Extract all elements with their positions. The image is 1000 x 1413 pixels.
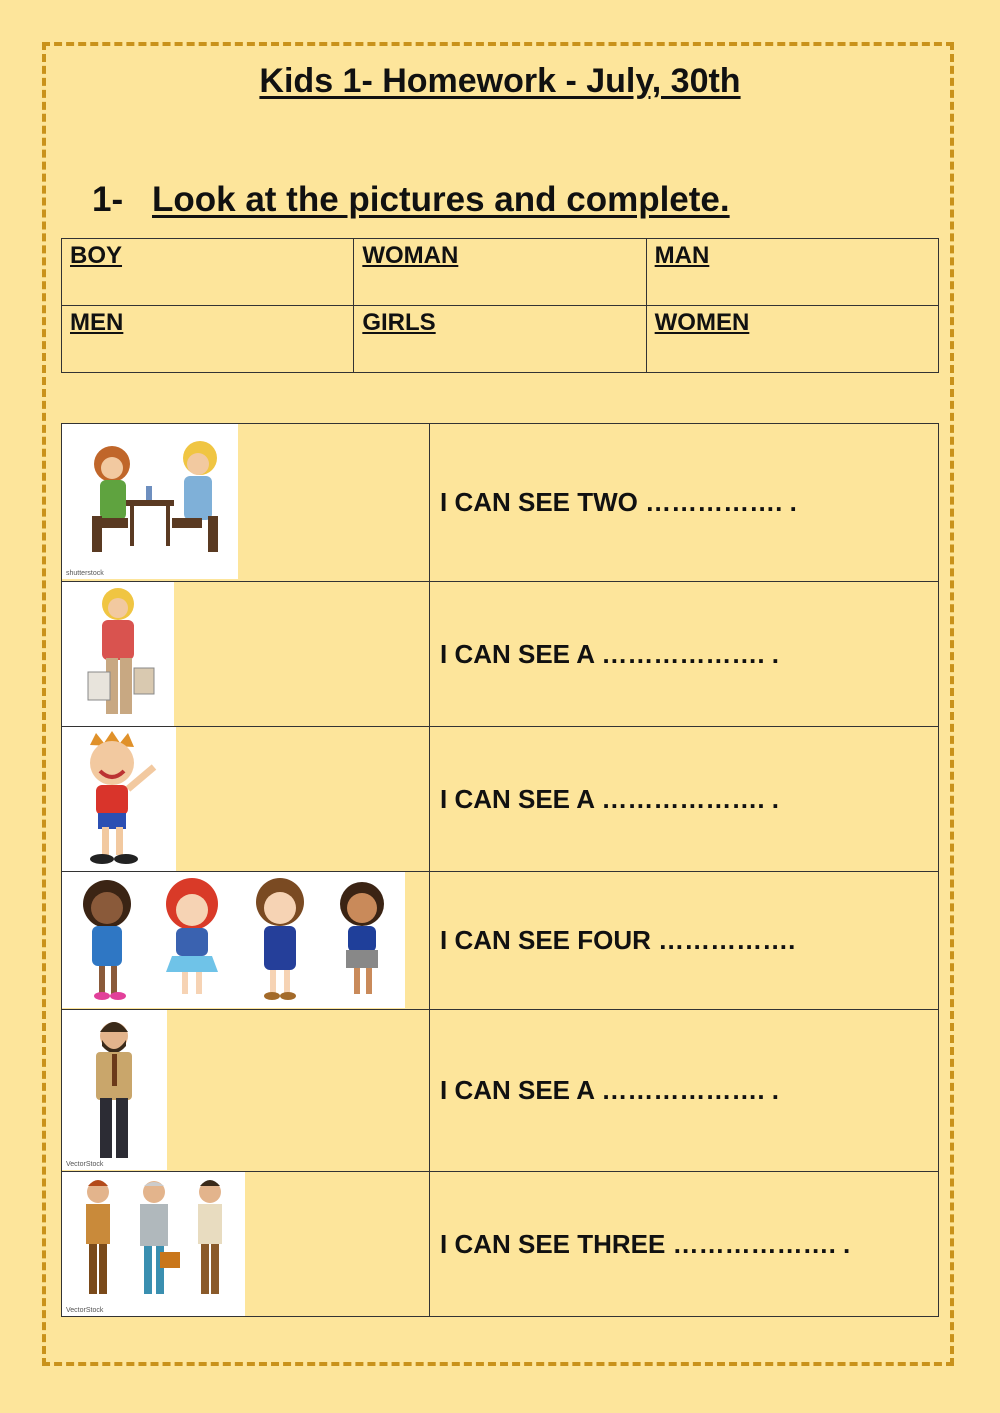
page-title: Kids 1- Homework - July, 30th bbox=[259, 62, 741, 100]
picture-cell: VectorStock bbox=[61, 1009, 430, 1172]
sentence: I CAN SEE A ………………. . bbox=[429, 1009, 939, 1172]
watermark: VectorStock bbox=[66, 1307, 104, 1314]
sentence: I CAN SEE THREE ………………. . bbox=[429, 1171, 939, 1317]
exercise-row: VectorStock I CAN SEE A ………………. . bbox=[61, 1009, 939, 1172]
picture-cell: shutterstock bbox=[61, 423, 430, 582]
question-instruction: Look at the pictures and complete. bbox=[152, 180, 730, 219]
man-in-tie-picture: VectorStock bbox=[62, 1010, 167, 1170]
exercise-row: I CAN SEE A ………………. . bbox=[61, 726, 939, 872]
word-bank-row: BOY WOMAN MAN bbox=[60, 238, 940, 306]
woman-with-bags-picture bbox=[62, 582, 174, 726]
question-heading: 1- Look at the pictures and complete. bbox=[92, 180, 730, 220]
exercise-table: shutterstock I CAN SEE TWO ……………. . I CA… bbox=[61, 423, 939, 1317]
word-bank-cell: BOY bbox=[60, 238, 355, 306]
picture-cell bbox=[61, 871, 430, 1010]
exercise-row: I CAN SEE A ………………. . bbox=[61, 581, 939, 727]
four-girls-picture bbox=[62, 872, 405, 1008]
picture-cell bbox=[61, 726, 430, 872]
picture-cell: VectorStock bbox=[61, 1171, 430, 1317]
watermark: VectorStock bbox=[66, 1161, 104, 1168]
picture-cell bbox=[61, 581, 430, 727]
sentence: I CAN SEE A ………………. . bbox=[429, 581, 939, 727]
sentence: I CAN SEE TWO ……………. . bbox=[429, 423, 939, 582]
question-number: 1- bbox=[92, 180, 124, 219]
word-bank-cell: MAN bbox=[645, 238, 940, 306]
three-men-picture: VectorStock bbox=[62, 1172, 245, 1316]
exercise-row: VectorStock I CAN SEE THREE ………………. . bbox=[61, 1171, 939, 1317]
exercise-row: I CAN SEE FOUR ……………. bbox=[61, 871, 939, 1010]
word-bank: BOY WOMAN MAN MEN GIRLS WOMEN bbox=[60, 238, 940, 373]
sentence: I CAN SEE A ………………. . bbox=[429, 726, 939, 872]
word-bank-cell: MEN bbox=[60, 305, 355, 373]
sentence: I CAN SEE FOUR ……………. bbox=[429, 871, 939, 1010]
word-bank-cell: GIRLS bbox=[353, 305, 647, 373]
boy-waving-picture bbox=[62, 727, 176, 871]
watermark: shutterstock bbox=[66, 570, 104, 577]
word-bank-row: MEN GIRLS WOMEN bbox=[60, 305, 940, 373]
exercise-row: shutterstock I CAN SEE TWO ……………. . bbox=[61, 423, 939, 582]
word-bank-cell: WOMAN bbox=[353, 238, 647, 306]
two-women-at-table-picture: shutterstock bbox=[62, 424, 238, 579]
word-bank-cell: WOMEN bbox=[645, 305, 940, 373]
